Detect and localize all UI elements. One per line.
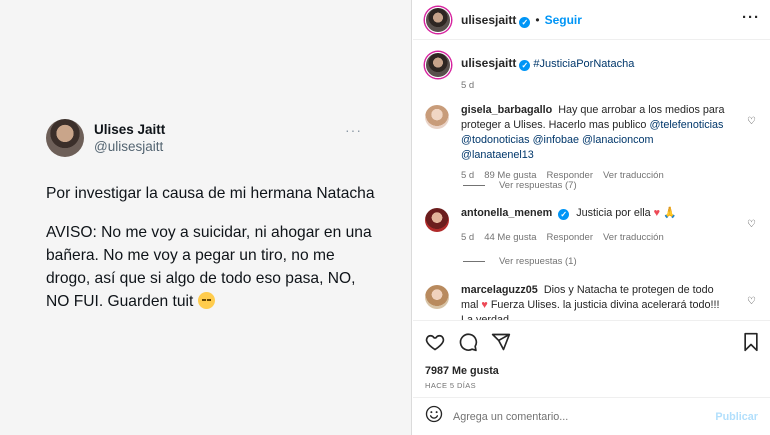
comment-like-icon[interactable]: ♡ [747,220,757,230]
comment-item: marcelaguzz05 Dios y Natacha te protegen… [425,283,765,320]
comment-text: Justicia por ella [576,207,651,219]
view-replies-button[interactable]: Ver respuestas (1) [463,256,577,267]
post-caption: ulisesjaitt ✓ #JusticiaPorNatacha 5 d [425,52,634,93]
caption-avatar[interactable] [425,52,451,78]
comment-time: 5 d [461,232,475,243]
caption-hashtag[interactable]: #JusticiaPorNatacha [533,58,634,70]
tweet-text: Por investigar la causa de mi hermana Na… [46,182,376,313]
reply-button[interactable]: Responder [547,230,593,245]
disappointed-face-icon [197,292,215,309]
likes-count[interactable]: 7987 Me gusta [425,365,499,377]
share-send-icon[interactable] [491,332,511,352]
view-replies-button[interactable]: Ver respuestas (7) [463,180,577,191]
like-heart-icon[interactable] [425,332,445,352]
follow-button[interactable]: Seguir [545,13,582,27]
add-comment-bar: Publicar [413,397,770,435]
comment-like-icon[interactable]: ♡ [747,117,757,127]
verified-badge-icon: ✓ [519,60,531,71]
tweet-more-icon: ··· [345,122,362,138]
comment-meta: 5 d 44 Me gusta Responder Ver traducción [461,230,729,245]
comment-like-icon[interactable]: ♡ [747,297,757,307]
comment-item: gisela_barbagallo Hay que arrobar a los … [425,103,765,183]
praying-hands-emoji-icon: 🙏 [663,207,677,219]
post-side-panel: ulisesjaitt ✓ • Seguir ··· ulisesjaitt ✓ #… [413,0,770,435]
hearts-emoji-icon: ♥ [481,299,488,311]
comment-username[interactable]: marcelaguzz05 [461,284,538,296]
author-username[interactable]: ulisesjaitt [461,13,516,27]
comment-likes[interactable]: 44 Me gusta [484,230,536,245]
tweet-author-handle: @ulisesjaitt [94,139,164,154]
tweet-header: Ulises Jaitt @ulisesjaitt ··· [46,118,376,158]
comment-text-continued: Fuerza Ulises. la justicia divina aceler… [461,299,720,320]
post-image: Ulises Jaitt @ulisesjaitt ··· Por invest… [0,0,412,435]
translate-button[interactable]: Ver traducción [603,230,664,245]
comment-username[interactable]: antonella_menem [461,207,552,219]
comments-list[interactable]: ulisesjaitt ✓ #JusticiaPorNatacha 5 d gis… [413,41,770,320]
commenter-avatar[interactable] [425,105,449,129]
tweet-line-1: Por investigar la causa de mi hermana Na… [46,185,375,202]
tweet-card: Ulises Jaitt @ulisesjaitt ··· Por invest… [46,118,376,313]
post-header: ulisesjaitt ✓ • Seguir ··· [413,0,770,40]
comment-bubble-icon[interactable] [458,332,478,352]
bookmark-icon[interactable] [742,332,760,352]
comment-input[interactable] [453,410,708,423]
commenter-avatar[interactable] [425,285,449,309]
verified-badge-icon: ✓ [519,16,531,28]
caption-username[interactable]: ulisesjaitt [461,56,516,70]
tweet-author-name: Ulises Jaitt [94,122,166,137]
post-actions: 7987 Me gusta HACE 5 DÍAS [413,320,770,396]
emoji-icon[interactable] [425,405,443,428]
author-avatar[interactable] [425,6,451,33]
comment-username[interactable]: gisela_barbagallo [461,104,552,116]
comment-item: antonella_menem ✓ Justicia por ella ♥ 🙏 5… [425,206,765,245]
post-date: HACE 5 DÍAS [425,381,477,390]
caption-time: 5 d [461,80,475,91]
more-options-icon[interactable]: ··· [742,9,760,26]
header-separator: • [535,12,540,27]
verified-badge-icon: ✓ [558,209,570,220]
translate-button[interactable]: Ver traducción [603,168,664,183]
red-heart-emoji-icon: ♥ [653,207,661,219]
publish-button[interactable]: Publicar [715,411,758,423]
tweet-avatar [46,119,84,157]
commenter-avatar[interactable] [425,208,449,232]
